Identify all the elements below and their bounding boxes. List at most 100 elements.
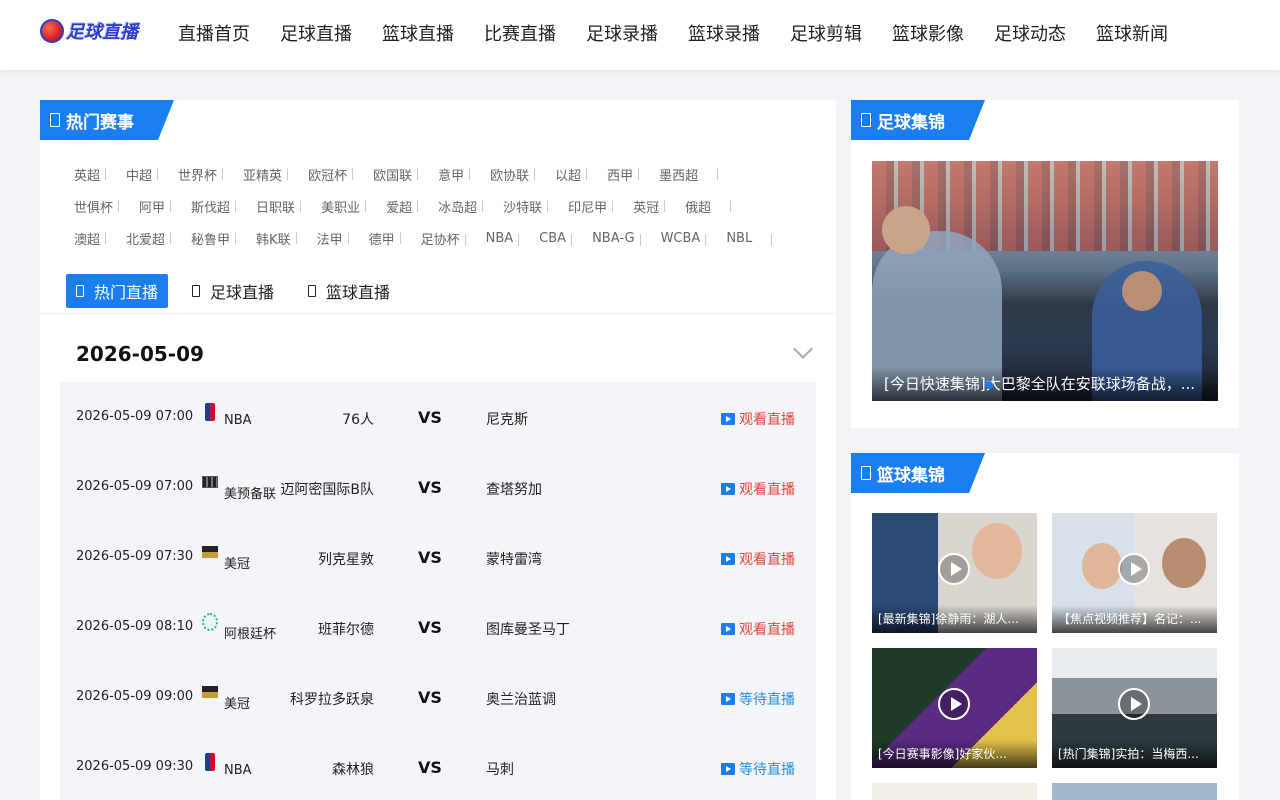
league-link[interactable]: 世界杯 xyxy=(157,165,225,184)
nav-item-football-clips[interactable]: 足球剪辑 xyxy=(790,22,862,48)
action-label: 观看直播 xyxy=(739,552,795,568)
league-link[interactable]: 法甲 xyxy=(295,229,351,248)
league-link[interactable]: NBL xyxy=(705,231,773,246)
league-link[interactable]: 中超 xyxy=(105,165,160,184)
hot-events-panel: 热门赛事 英超 中超 世界杯 亚精英 欧冠杯 欧国联 意甲 欧协联 以超 西甲 … xyxy=(40,100,836,800)
tab-football-live[interactable]: 足球直播 xyxy=(182,274,284,308)
carousel-dot[interactable] xyxy=(985,381,993,389)
wait-live-button[interactable]: 等待直播 xyxy=(721,759,795,779)
league-link[interactable]: 澳超 xyxy=(66,229,108,248)
nav-item-football-live[interactable]: 足球直播 xyxy=(280,22,352,48)
away-team: 尼克斯 xyxy=(486,412,528,428)
player-head xyxy=(1122,271,1162,311)
tab-icon xyxy=(192,285,201,297)
match-row: 2026-05-09 07:30 美冠 列克星敦 VS 蒙特雷湾 观看直播 xyxy=(60,522,816,592)
tab-label: 篮球直播 xyxy=(326,283,391,302)
league-link[interactable]: NBA-G xyxy=(571,231,643,246)
league-link[interactable]: WCBA xyxy=(639,231,709,246)
league-link[interactable]: 意甲 xyxy=(417,165,472,184)
league-link[interactable]: 欧冠杯 xyxy=(287,165,355,184)
tab-basketball-live[interactable]: 篮球直播 xyxy=(298,274,400,308)
watch-live-button[interactable]: 观看直播 xyxy=(721,549,795,569)
chevron-down-icon[interactable] xyxy=(793,339,813,359)
league-link[interactable]: 西甲 xyxy=(586,165,641,184)
nav-item-basketball-news[interactable]: 篮球新闻 xyxy=(1096,22,1168,48)
basketball-highlights-title: 篮球集锦 xyxy=(877,465,945,486)
action-label: 等待直播 xyxy=(739,692,795,708)
home-team: 班菲尔德 xyxy=(318,622,374,638)
league-link[interactable]: 美职业 xyxy=(300,197,368,216)
league-link[interactable]: 欧国联 xyxy=(352,165,420,184)
video-thumb[interactable] xyxy=(1052,783,1217,800)
league-link[interactable]: 秘鲁甲 xyxy=(170,229,238,248)
league-link[interactable]: 斯伐超 xyxy=(170,197,238,216)
vs-label: VS xyxy=(418,758,442,777)
match-time: 2026-05-09 07:30 xyxy=(76,549,194,564)
tab-label: 热门直播 xyxy=(94,283,159,302)
match-league: 美冠 xyxy=(224,557,251,572)
feature-video-card[interactable]: [今日快速集锦]大巴黎全队在安联球场备战，... xyxy=(872,161,1218,401)
nav-item-home[interactable]: 直播首页 xyxy=(178,22,250,48)
league-link[interactable]: CBA xyxy=(518,231,574,246)
league-link[interactable]: 韩K联 xyxy=(235,229,299,248)
video-thumb[interactable]: [热门集锦]实拍：当梅西... xyxy=(1052,648,1217,768)
league-link[interactable]: 以超 xyxy=(534,165,589,184)
league-link[interactable]: 沙特联 xyxy=(482,197,550,216)
nav-item-basketball-video[interactable]: 篮球影像 xyxy=(892,22,964,48)
league-link[interactable]: 印尼甲 xyxy=(547,197,615,216)
match-league: 阿根廷杯 xyxy=(224,627,277,642)
vs-label: VS xyxy=(418,548,442,567)
video-thumb[interactable]: [今日赛事影像]好家伙... xyxy=(872,648,1037,768)
thumb-caption: 【焦点视频推荐】名记：... xyxy=(1052,605,1217,633)
league-link[interactable]: 英冠 xyxy=(612,197,667,216)
league-link[interactable]: 墨西超 xyxy=(638,165,719,184)
video-thumb[interactable]: [最新集锦]徐静雨：湖人... xyxy=(872,513,1037,633)
league-link[interactable]: 日职联 xyxy=(235,197,303,216)
play-icon xyxy=(721,483,735,495)
league-link[interactable]: 俄超 xyxy=(664,197,732,216)
tab-hot-live[interactable]: 热门直播 xyxy=(66,274,169,308)
thumb-image xyxy=(1052,783,1217,800)
video-thumb[interactable]: 【焦点视频推荐】名记：... xyxy=(1052,513,1217,633)
nav-item-match-live[interactable]: 比赛直播 xyxy=(484,22,556,48)
nav-item-basketball-live[interactable]: 篮球直播 xyxy=(382,22,454,48)
league-flag-icon xyxy=(202,474,218,490)
nav-item-football-news[interactable]: 足球动态 xyxy=(994,22,1066,48)
league-link[interactable]: 欧协联 xyxy=(469,165,537,184)
league-link[interactable]: NBA xyxy=(464,231,522,246)
league-link[interactable]: 亚精英 xyxy=(222,165,290,184)
nav-item-football-replay[interactable]: 足球录播 xyxy=(586,22,658,48)
league-link[interactable]: 北爱超 xyxy=(105,229,173,248)
logo-text: 足球直播 xyxy=(66,22,138,43)
league-link[interactable]: 爱超 xyxy=(365,197,420,216)
play-icon xyxy=(721,623,735,635)
watch-live-button[interactable]: 观看直播 xyxy=(721,479,795,499)
tab-icon xyxy=(76,285,84,297)
home-team: 列克星敦 xyxy=(318,552,374,568)
away-team: 蒙特雷湾 xyxy=(486,552,542,568)
nav-item-basketball-replay[interactable]: 篮球录播 xyxy=(688,22,760,48)
match-time: 2026-05-09 08:10 xyxy=(76,619,194,634)
match-league: NBA xyxy=(224,763,252,778)
play-icon xyxy=(721,413,735,425)
match-time: 2026-05-09 07:00 xyxy=(76,409,194,424)
away-team: 马刺 xyxy=(486,762,514,778)
usl-badge-icon xyxy=(202,684,218,700)
video-thumb[interactable] xyxy=(872,783,1037,800)
league-link[interactable]: 世俱杯 xyxy=(66,197,121,216)
wait-live-button[interactable]: 等待直播 xyxy=(721,689,795,709)
site-logo[interactable]: 足球直播 xyxy=(40,18,138,44)
play-icon xyxy=(721,763,735,775)
watch-live-button[interactable]: 观看直播 xyxy=(721,409,795,429)
league-link[interactable]: 足协杯 xyxy=(399,229,468,248)
league-link[interactable]: 阿甲 xyxy=(118,197,173,216)
vs-label: VS xyxy=(418,618,442,637)
league-link[interactable]: 德甲 xyxy=(347,229,403,248)
vs-label: VS xyxy=(418,408,442,427)
league-link[interactable]: 冰岛超 xyxy=(417,197,485,216)
play-circle-icon xyxy=(938,688,970,720)
league-link[interactable]: 英超 xyxy=(66,165,108,184)
home-team: 76人 xyxy=(342,412,374,428)
league-row: 英超 中超 世界杯 亚精英 欧冠杯 欧国联 意甲 欧协联 以超 西甲 墨西超 xyxy=(66,158,806,190)
watch-live-button[interactable]: 观看直播 xyxy=(721,619,795,639)
